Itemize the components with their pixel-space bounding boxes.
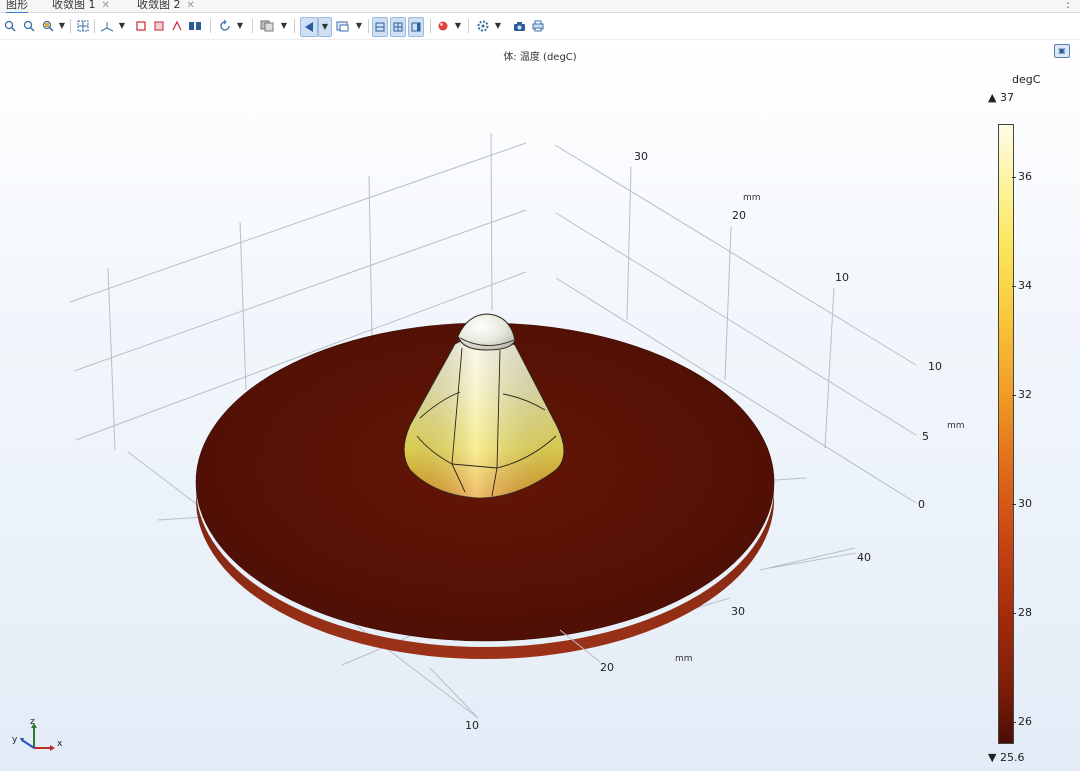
colorbar-tick	[1012, 286, 1016, 287]
y-axis-unit: mm	[743, 193, 761, 203]
colorbar-tick	[1012, 613, 1016, 614]
colorbar-tick	[1012, 722, 1016, 723]
y-tick-label: 30	[634, 150, 648, 163]
colorbar-min-label: ▼ 25.6	[988, 751, 1025, 764]
colorbar-tick	[1012, 395, 1016, 396]
x-tick-label: 10	[465, 719, 479, 732]
3d-plot[interactable]: 30 mm 20 10 10 mm 5 0 40 30 mm 20 10	[0, 0, 1080, 771]
colorbar-unit: degC	[1012, 73, 1041, 86]
colorbar-tick-label: 26	[1018, 715, 1032, 728]
colorbar-tick	[1012, 504, 1016, 505]
z-tick-label: 10	[928, 360, 942, 373]
colorbar-tick-label: 36	[1018, 170, 1032, 183]
triad-z-label: z	[30, 717, 35, 727]
axis-triad: z y x	[12, 717, 63, 751]
x-tick-label: 40	[857, 551, 871, 564]
z-tick-label: 5	[922, 430, 929, 443]
colorbar-tick	[1012, 177, 1016, 178]
y-tick-label: 20	[732, 209, 746, 222]
x-tick-label: 20	[600, 661, 614, 674]
colorbar-max-label: ▲ 37	[988, 91, 1014, 104]
z-tick-label: 0	[918, 498, 925, 511]
colorbar-tick-label: 30	[1018, 497, 1032, 510]
y-tick-label: 10	[835, 271, 849, 284]
x-axis-unit: mm	[675, 654, 693, 664]
triad-y-label: y	[12, 735, 18, 745]
colorbar	[998, 124, 1014, 744]
colorbar-tick-label: 32	[1018, 388, 1032, 401]
triad-x-label: x	[57, 739, 63, 749]
colorbar-tick-label: 34	[1018, 279, 1032, 292]
x-tick-label: 30	[731, 605, 745, 618]
z-axis-unit: mm	[947, 421, 965, 431]
colorbar-tick-label: 28	[1018, 606, 1032, 619]
